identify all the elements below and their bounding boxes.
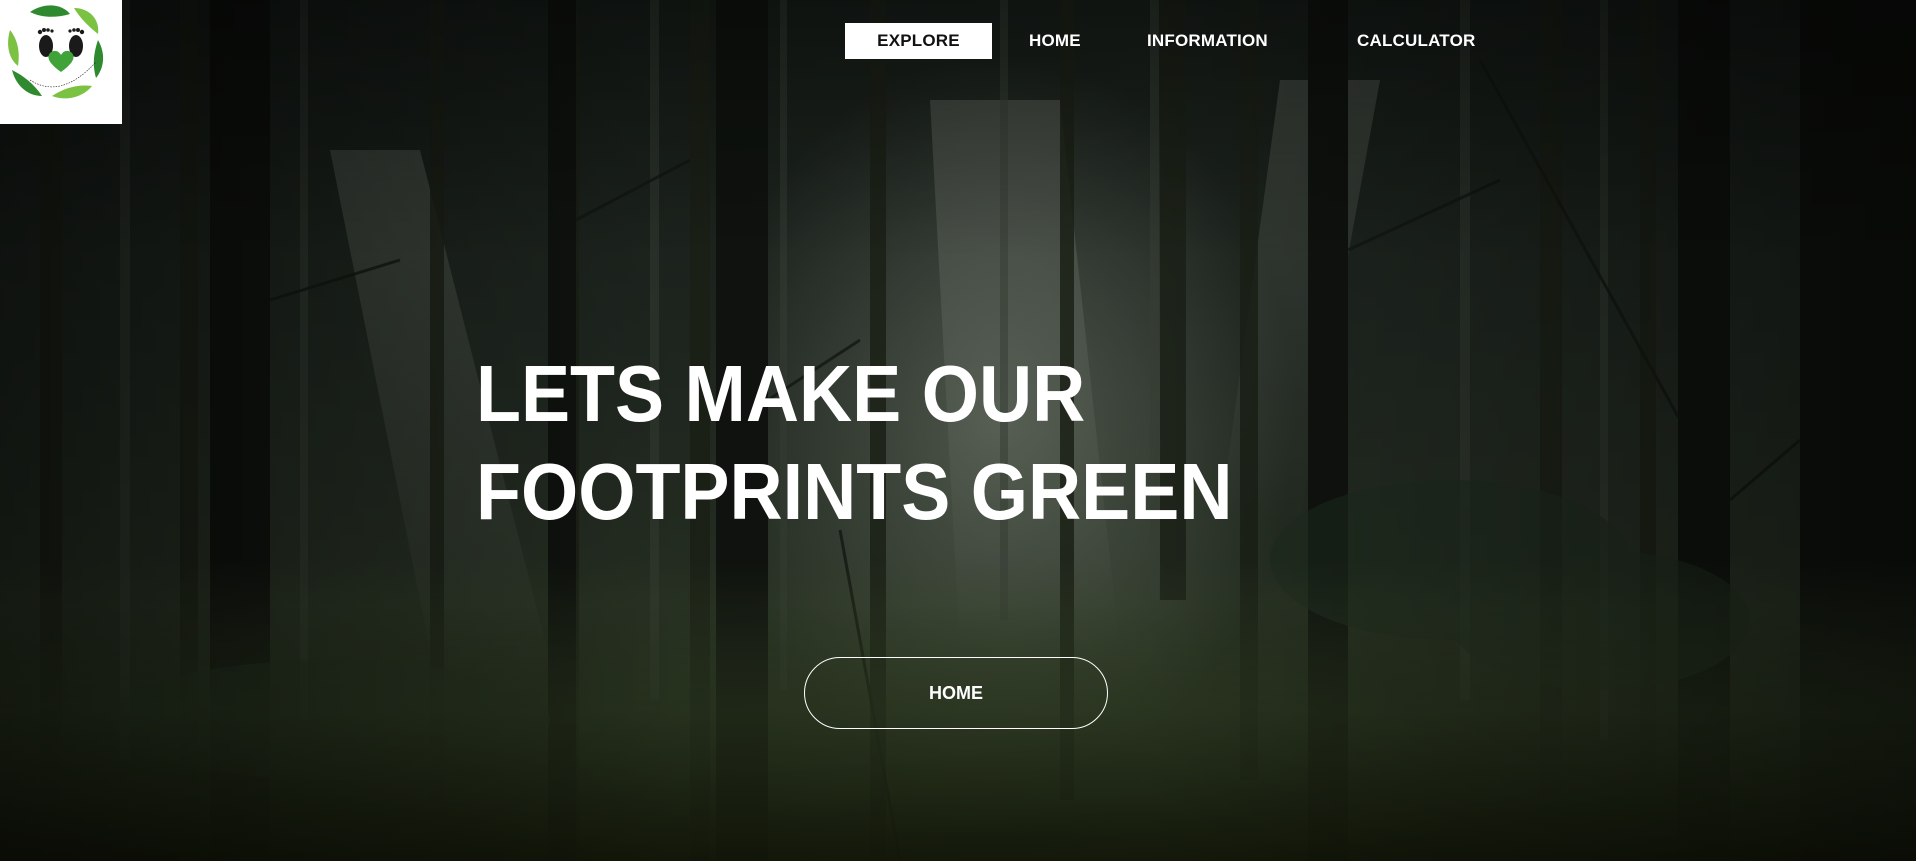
hero-section: EXPLORE HOME INFORMATION CALCULATOR LETS…	[0, 0, 1916, 861]
hero-headline-line-1: LETS MAKE OUR	[476, 349, 1086, 438]
hero-headline-line-2: FOOTPRINTS GREEN	[476, 447, 1233, 536]
site-logo[interactable]	[0, 0, 122, 124]
nav-item-information[interactable]: INFORMATION	[1077, 23, 1287, 59]
nav-item-explore[interactable]: EXPLORE	[845, 23, 992, 59]
nav-item-home[interactable]: HOME	[992, 23, 1081, 59]
hero-headline: LETS MAKE OUR FOOTPRINTS GREEN	[476, 345, 1232, 541]
nav-item-calculator[interactable]: CALCULATOR	[1287, 23, 1475, 59]
footprints-heart-leaves-icon	[8, 5, 104, 99]
hero-home-button[interactable]: HOME	[804, 657, 1108, 729]
main-navigation: EXPLORE HOME INFORMATION CALCULATOR	[845, 23, 1475, 59]
